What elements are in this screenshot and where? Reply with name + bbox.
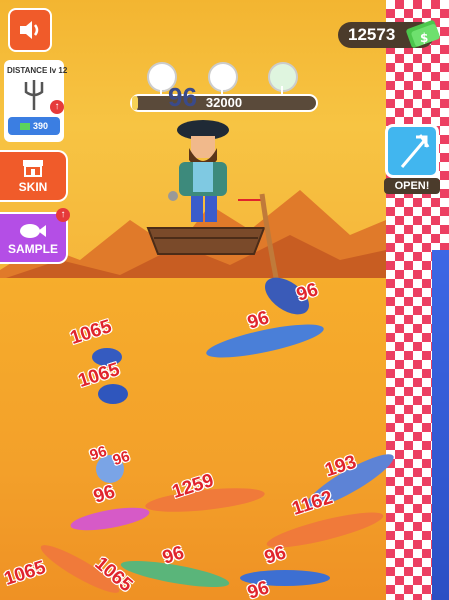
cash-icon [19, 122, 30, 130]
sound-button[interactable] [8, 8, 52, 52]
speaker-icon [20, 21, 39, 39]
game-scene: 96 96 1065 1065 96 96 96 1259 193 1162 9… [0, 0, 449, 600]
svg-text:$: $ [420, 31, 428, 45]
upgrade-arrow-icon: ↑ [50, 100, 64, 114]
trident-icon [24, 80, 44, 110]
distance-level-label: DISTANCE lv 12 [7, 66, 68, 75]
open-trident-button[interactable] [385, 124, 439, 178]
cash-marker [268, 62, 298, 92]
distance-price[interactable]: 390 [8, 117, 60, 135]
sample-label: SAMPLE [7, 242, 58, 256]
skin-button[interactable]: SKIN [0, 150, 68, 202]
trident-icon [400, 134, 430, 168]
current-depth: 96 [168, 82, 197, 112]
fish-icon [20, 224, 46, 238]
blue-strip [432, 250, 449, 600]
fish [98, 384, 128, 404]
shop-icon [23, 160, 43, 177]
depth-progress-bar: 32000 [130, 94, 318, 112]
money-value: 12573 [348, 25, 396, 44]
skin-label: SKIN [18, 180, 48, 194]
boat-marker [208, 62, 238, 92]
sample-button[interactable]: SAMPLE ↑ [0, 208, 70, 264]
distance-price-value: 390 [32, 121, 49, 131]
open-label: OPEN! [384, 178, 440, 194]
upgrade-arrow-icon: ↑ [56, 208, 70, 222]
depth-target-label: 32000 [205, 95, 243, 110]
cash-icon: $ [406, 20, 440, 48]
